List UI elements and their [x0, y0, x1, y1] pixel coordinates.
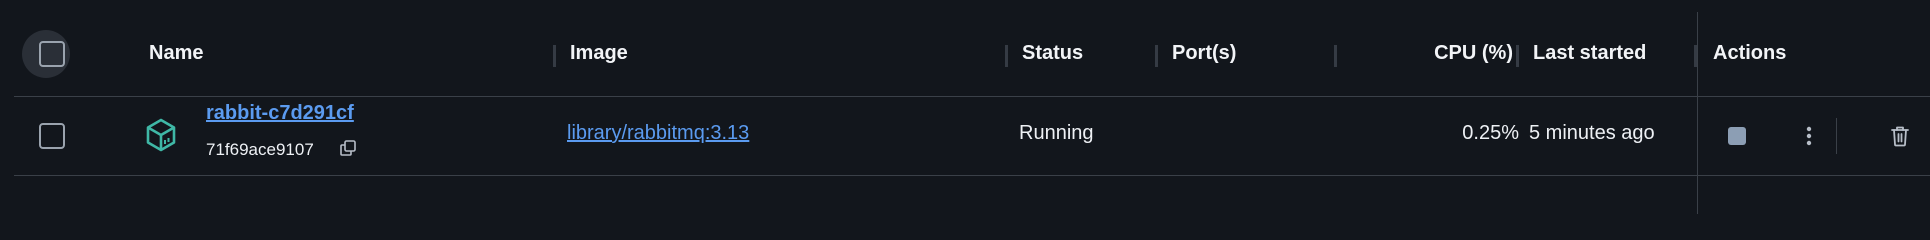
column-separator[interactable] — [1334, 45, 1337, 67]
last-started-text: 5 minutes ago — [1529, 122, 1655, 144]
row-select-checkbox[interactable] — [39, 123, 65, 149]
column-header-cpu[interactable]: CPU (%) — [1423, 42, 1513, 65]
column-separator[interactable] — [553, 45, 556, 67]
table-row[interactable]: rabbit-c7d291cf 71f69ace9107 library/rab… — [14, 97, 1930, 176]
stop-icon — [1728, 127, 1746, 145]
column-header-name[interactable]: Name — [149, 42, 203, 65]
trash-icon — [1891, 126, 1909, 147]
stop-button[interactable] — [1717, 116, 1757, 156]
container-name-link[interactable]: rabbit-c7d291cf — [206, 102, 354, 125]
column-header-actions: Actions — [1713, 42, 1787, 64]
cpu-usage-text: 0.25% — [1462, 122, 1519, 144]
table-header: Name Image Status Port(s) CPU (%) Last s… — [14, 12, 1930, 97]
copy-icon[interactable] — [338, 138, 358, 158]
status-text: Running — [1019, 122, 1094, 144]
column-separator[interactable] — [1516, 45, 1519, 67]
container-id: 71f69ace9107 — [206, 140, 314, 159]
actions-separator — [1836, 118, 1837, 154]
more-vertical-icon — [1806, 126, 1812, 146]
column-separator[interactable] — [1005, 45, 1008, 67]
image-link[interactable]: library/rabbitmq:3.13 — [567, 122, 749, 145]
actions-column-divider — [1697, 12, 1698, 214]
column-header-status[interactable]: Status — [1022, 42, 1083, 65]
column-header-last-started[interactable]: Last started — [1533, 42, 1646, 65]
column-header-ports[interactable]: Port(s) — [1172, 42, 1236, 65]
delete-button[interactable] — [1880, 116, 1920, 156]
column-separator[interactable] — [1155, 45, 1158, 67]
select-all-checkbox[interactable] — [39, 41, 65, 67]
containers-table: Name Image Status Port(s) CPU (%) Last s… — [0, 0, 1930, 214]
column-header-image[interactable]: Image — [570, 42, 628, 65]
more-actions-button[interactable] — [1789, 116, 1829, 156]
cube-icon — [145, 118, 177, 152]
